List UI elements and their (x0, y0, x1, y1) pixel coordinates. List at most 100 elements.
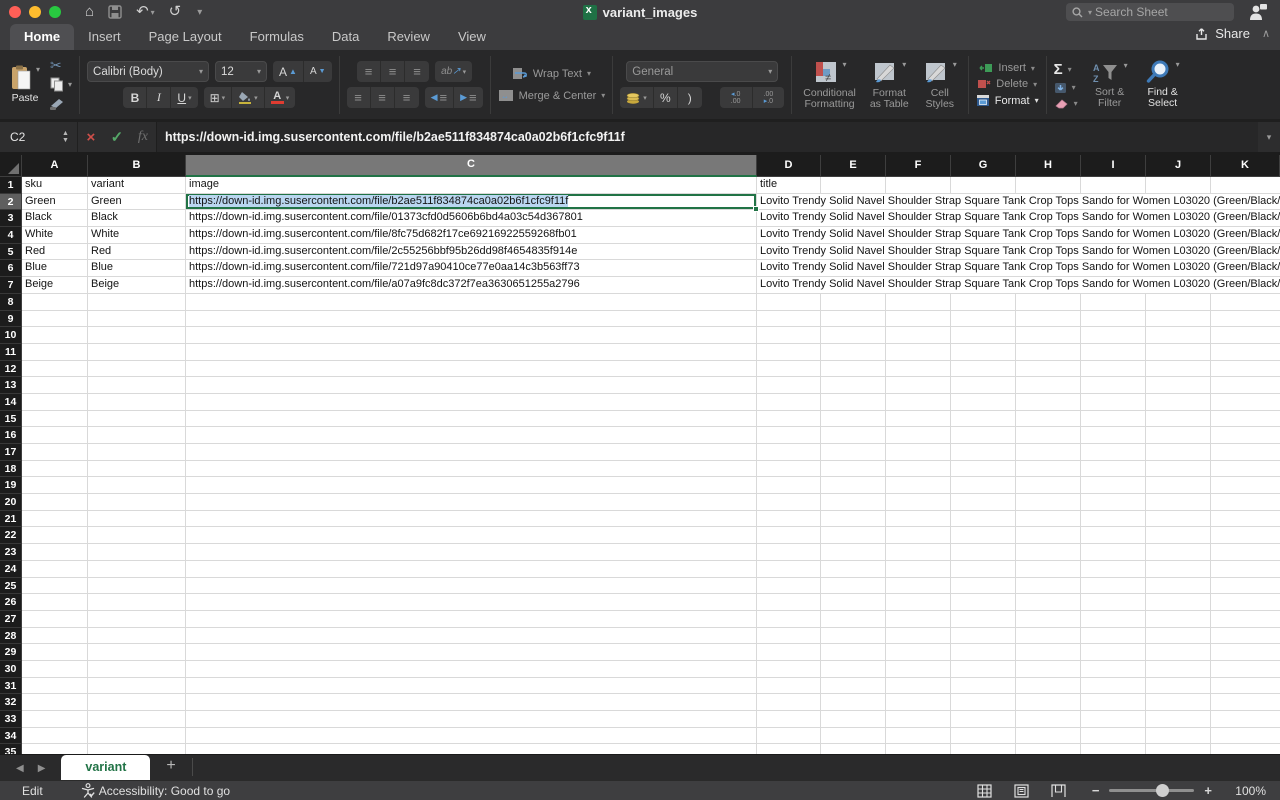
grid-cell[interactable] (186, 511, 757, 528)
tab-insert[interactable]: Insert (74, 24, 135, 50)
insert-cells-button[interactable]: Insert ▾ (979, 62, 1035, 74)
align-right-button[interactable]: ≡ (395, 87, 419, 108)
grid-cell[interactable] (1211, 578, 1280, 595)
grid-cell[interactable] (1016, 527, 1081, 544)
grid-cell[interactable] (1146, 711, 1211, 728)
grid-cell[interactable] (886, 711, 951, 728)
share-button[interactable]: Share (1195, 26, 1250, 41)
row-header-9[interactable]: 9 (0, 311, 22, 328)
grid-cell[interactable] (821, 477, 886, 494)
grid-cell[interactable] (757, 694, 821, 711)
grid-cell[interactable] (821, 611, 886, 628)
row-header-10[interactable]: 10 (0, 327, 22, 344)
grid-cell[interactable] (951, 294, 1016, 311)
grid-cell[interactable] (1211, 411, 1280, 428)
grid-cell[interactable] (951, 461, 1016, 478)
grid-cell[interactable] (1146, 494, 1211, 511)
grid-cell[interactable] (186, 628, 757, 645)
grid-cell[interactable] (757, 628, 821, 645)
grid-cell[interactable] (1016, 728, 1081, 745)
grid-cell[interactable] (951, 561, 1016, 578)
grid-cell[interactable] (886, 444, 951, 461)
grid-cell[interactable]: https://down-id.img.susercontent.com/fil… (186, 227, 757, 244)
grid-cell[interactable] (1016, 394, 1081, 411)
grid-cell[interactable] (88, 477, 186, 494)
grid-cell[interactable] (1016, 427, 1081, 444)
grid-cell[interactable] (186, 744, 757, 754)
grid-cell[interactable] (1016, 711, 1081, 728)
grid-cell[interactable] (88, 728, 186, 745)
fill-handle[interactable] (753, 206, 759, 212)
row-header-7[interactable]: 7 (0, 277, 22, 294)
grid-cell[interactable] (886, 427, 951, 444)
title-overflow-cell[interactable]: Lovito Trendy Solid Navel Shoulder Strap… (757, 260, 1280, 277)
row-header-31[interactable]: 31 (0, 678, 22, 695)
grid-cell[interactable] (757, 327, 821, 344)
grid-cell[interactable] (821, 628, 886, 645)
row-header-29[interactable]: 29 (0, 644, 22, 661)
grid-cell[interactable] (1016, 494, 1081, 511)
align-left-button[interactable]: ≡ (347, 87, 371, 108)
grid-cell[interactable] (88, 411, 186, 428)
grid-cell[interactable]: title (757, 177, 821, 194)
grid-cell[interactable] (88, 678, 186, 695)
grid-cell[interactable] (886, 694, 951, 711)
grid-cell[interactable] (88, 561, 186, 578)
grid-cell[interactable] (88, 644, 186, 661)
title-overflow-cell[interactable]: Lovito Trendy Solid Navel Shoulder Strap… (757, 227, 1280, 244)
clear-button[interactable]: ▾ (1054, 98, 1078, 109)
grid-cell[interactable] (1146, 344, 1211, 361)
grid-cell[interactable] (951, 644, 1016, 661)
grid-cell[interactable] (88, 444, 186, 461)
grid-cell[interactable] (886, 678, 951, 695)
wrap-text-button[interactable]: Wrap Text ▾ (512, 67, 591, 80)
grid-cell[interactable] (22, 644, 88, 661)
tab-data[interactable]: Data (318, 24, 373, 50)
row-header-11[interactable]: 11 (0, 344, 22, 361)
delete-cells-button[interactable]: Delete ▾ (977, 78, 1037, 90)
grid-cell[interactable] (88, 377, 186, 394)
row-header-8[interactable]: 8 (0, 294, 22, 311)
title-overflow-cell[interactable]: Lovito Trendy Solid Navel Shoulder Strap… (757, 277, 1280, 294)
grid-cell[interactable] (1211, 461, 1280, 478)
grid-cell[interactable] (22, 444, 88, 461)
grid-cell[interactable] (886, 327, 951, 344)
grid-cell[interactable] (186, 578, 757, 595)
row-header-17[interactable]: 17 (0, 444, 22, 461)
grid-cell[interactable] (821, 527, 886, 544)
grid-cell[interactable] (1016, 361, 1081, 378)
find-select-button[interactable]: ▾ Find & Select (1142, 58, 1184, 111)
grid-cell[interactable] (186, 361, 757, 378)
grid-cell[interactable] (22, 461, 88, 478)
grid-cell[interactable] (757, 444, 821, 461)
page-layout-view-icon[interactable] (1014, 784, 1029, 798)
grid-cell[interactable]: Blue (22, 260, 88, 277)
grid-cell[interactable] (1211, 628, 1280, 645)
grid-cell[interactable]: Red (22, 244, 88, 261)
grid-cell[interactable] (1146, 477, 1211, 494)
grid-cell[interactable] (1146, 527, 1211, 544)
grid-cell[interactable] (886, 611, 951, 628)
grid-cell[interactable] (186, 377, 757, 394)
grid-cell[interactable] (821, 711, 886, 728)
grid-cell[interactable] (951, 711, 1016, 728)
decrease-font-size-button[interactable]: A▼ (304, 61, 332, 82)
grid-cell[interactable] (1016, 444, 1081, 461)
cut-button[interactable]: ✂ (50, 58, 62, 74)
grid-cell[interactable] (1016, 561, 1081, 578)
row-header-35[interactable]: 35 (0, 744, 22, 754)
grid-cell[interactable] (951, 344, 1016, 361)
grid-cell[interactable] (1146, 561, 1211, 578)
grid-cell[interactable] (757, 744, 821, 754)
quick-access-menu-icon[interactable]: ▾ (197, 7, 202, 18)
grid-cell[interactable] (1146, 411, 1211, 428)
grid-cell[interactable] (951, 511, 1016, 528)
name-box-stepper[interactable]: ▲▼ (62, 131, 69, 144)
grid-cell[interactable] (821, 744, 886, 754)
column-header-A[interactable]: A (22, 155, 88, 177)
grid-cell[interactable] (821, 561, 886, 578)
name-box[interactable]: C2 (0, 130, 62, 144)
paste-dropdown-icon[interactable]: ▾ (36, 65, 40, 74)
grid-cell[interactable] (1016, 611, 1081, 628)
grid-cell[interactable] (757, 711, 821, 728)
